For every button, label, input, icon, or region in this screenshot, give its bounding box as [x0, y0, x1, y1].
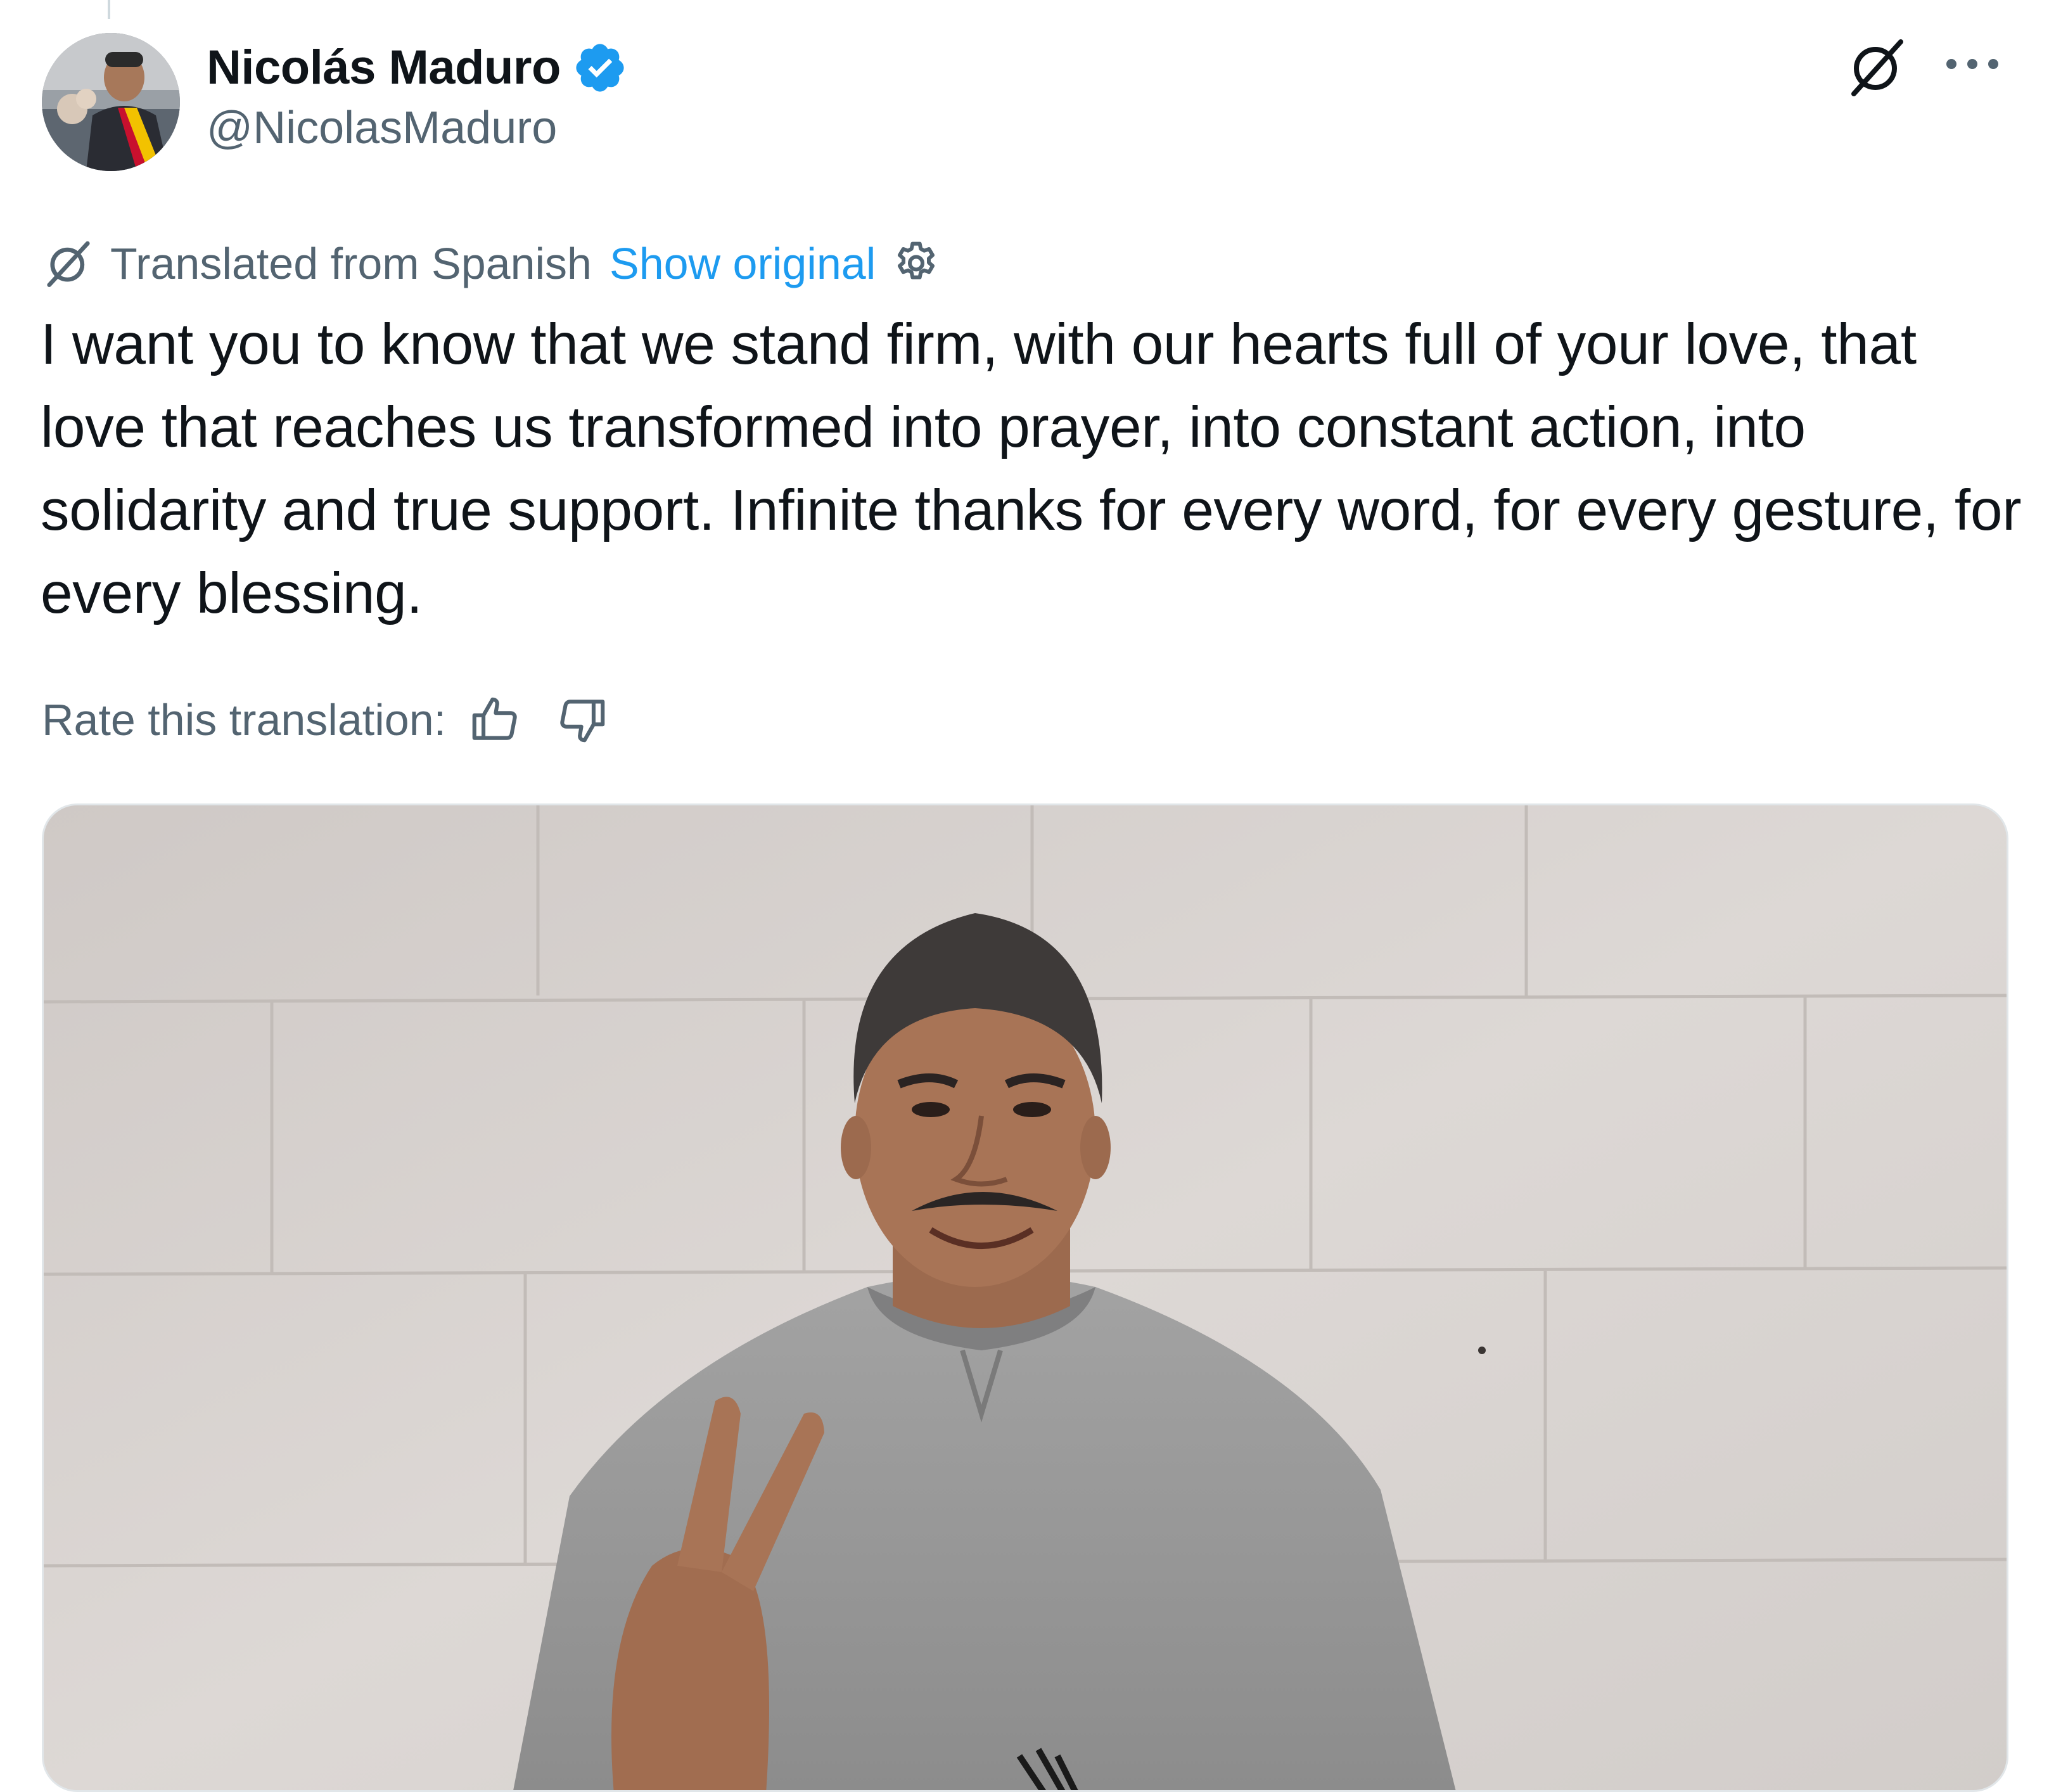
- author-handle[interactable]: @NicolasMaduro: [207, 105, 557, 151]
- rate-translation-row: Rate this translation:: [42, 688, 610, 752]
- author-display-name[interactable]: Nicolás Maduro: [207, 44, 561, 92]
- show-original-link[interactable]: Show original: [610, 241, 876, 286]
- rate-translation-label: Rate this translation:: [42, 695, 447, 745]
- grok-icon[interactable]: [1845, 35, 1908, 99]
- translated-from-label: Translated from Spanish: [110, 239, 592, 288]
- thumbs-up-icon[interactable]: [468, 693, 522, 747]
- verified-badge-icon[interactable]: [572, 40, 628, 96]
- more-options-icon[interactable]: [1943, 53, 2002, 75]
- thread-connector-line: [108, 0, 110, 19]
- grok-translate-icon: [42, 237, 95, 290]
- thumbs-down-icon[interactable]: [555, 693, 610, 747]
- avatar-image: [42, 33, 180, 171]
- photo-content: [44, 805, 2007, 1790]
- tweet-photo[interactable]: [42, 803, 2008, 1792]
- avatar[interactable]: [42, 33, 180, 171]
- author-name-row: Nicolás Maduro: [207, 33, 628, 103]
- tweet-text: I want you to know that we stand firm, w…: [41, 312, 2022, 625]
- translation-notice: Translated from Spanish Show original: [42, 233, 941, 294]
- gear-icon[interactable]: [891, 238, 941, 289]
